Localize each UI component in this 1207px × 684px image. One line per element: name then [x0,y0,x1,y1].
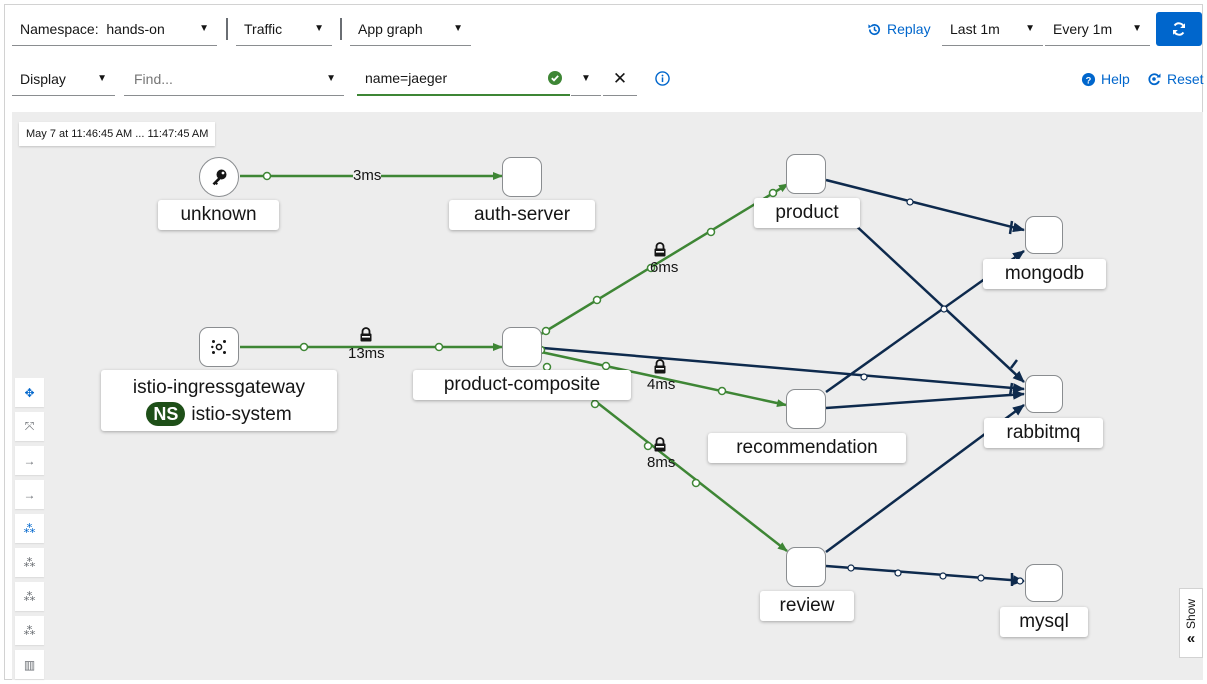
node-label-auth-server: auth-server [449,200,595,230]
node-label-ingress: istio-ingressgateway NS istio-system [101,370,337,431]
graph-toolbar: ✥ ⤧ → → ⁂ ⁂ ⁂ ⁂ ▥ [15,378,44,679]
map-icon[interactable]: ▥ [15,650,44,679]
edge-label-review: 8ms [647,454,676,471]
node-label-product-composite: product-composite [413,370,631,400]
edge-product-composite-review [589,396,788,552]
node-recommendation[interactable] [786,389,826,429]
namespace-name: istio-system [191,403,292,425]
edge-label-recommendation: 4ms [647,376,676,393]
layout-4-icon[interactable]: ⁂ [15,616,44,645]
node-label-recommendation: recommendation [708,433,906,463]
edge-review-mysql [825,564,1025,586]
key-icon [212,169,227,186]
chevron-double-left-icon: « [1186,630,1196,648]
node-product[interactable] [786,154,826,194]
edge-recommendation-rabbitmq [825,389,1025,410]
namespace-row: NS istio-system [146,401,292,428]
node-label-product: product [754,198,860,228]
gateway-icon [211,340,226,354]
node-label-mongodb: mongodb [983,259,1106,289]
node-unknown[interactable] [199,157,239,197]
edge-label-unknown-auth: 3ms [353,167,382,184]
layout-default-icon[interactable]: → [15,446,44,475]
lock-icon [359,327,373,347]
node-ingress[interactable] [199,327,239,367]
ns-badge: NS [146,402,186,426]
zoom-to-fit-icon[interactable]: ✥ [15,378,44,407]
node-label-review: review [760,591,854,621]
node-mysql[interactable] [1025,564,1063,602]
node-product-composite[interactable] [502,327,542,367]
layout-2-icon[interactable]: ⁂ [15,548,44,577]
node-review[interactable] [786,547,826,587]
show-label: Show [1184,598,1198,630]
node-mongodb[interactable] [1025,216,1063,254]
edge-product-rabbitmq [851,221,1025,383]
node-label-rabbitmq: rabbitmq [984,418,1103,448]
expand-icon[interactable]: ⤧ [15,412,44,441]
layout-1-icon[interactable]: ⁂ [15,514,44,543]
edge-label-ingress: 13ms [348,345,385,362]
layout-3-icon[interactable]: ⁂ [15,582,44,611]
node-rabbitmq[interactable] [1025,375,1063,413]
side-panel-toggle[interactable]: Show « [1179,588,1203,658]
layout-horizontal-icon[interactable]: → [15,480,44,509]
ingress-name: istio-ingressgateway [132,376,306,398]
node-label-unknown: unknown [158,200,279,230]
node-auth-server[interactable] [502,157,542,197]
edge-label-product: 6ms [650,259,679,276]
node-label-mysql: mysql [1000,607,1088,637]
